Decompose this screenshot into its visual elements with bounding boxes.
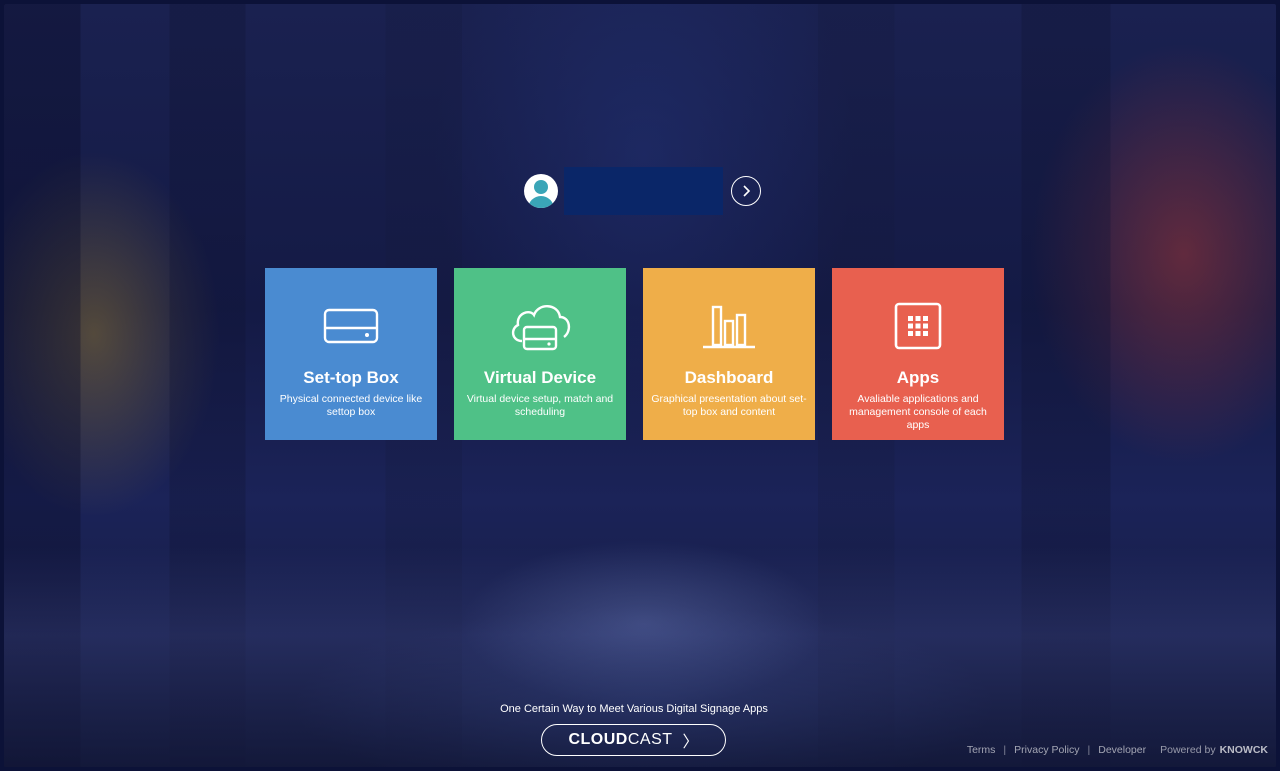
hard-drive-icon bbox=[323, 308, 379, 344]
chevron-right-icon: 〉 bbox=[682, 734, 699, 751]
privacy-policy-link[interactable]: Privacy Policy bbox=[1014, 744, 1079, 756]
tile-description: Graphical presentation about set-top box… bbox=[651, 393, 807, 418]
terms-link[interactable]: Terms bbox=[967, 744, 996, 756]
tile-description: Physical connected device like settop bo… bbox=[279, 393, 423, 418]
feature-tiles: Set-top Box Physical connected device li… bbox=[265, 268, 1004, 440]
tile-set-top-box[interactable]: Set-top Box Physical connected device li… bbox=[265, 268, 437, 440]
tile-description: Virtual device setup, match and scheduli… bbox=[466, 393, 614, 418]
cloudcast-button[interactable]: CLOUD CAST 〉 bbox=[541, 724, 726, 756]
developer-link[interactable]: Developer bbox=[1098, 744, 1146, 756]
grid-apps-icon bbox=[894, 302, 942, 350]
user-avatar-icon bbox=[524, 174, 558, 208]
bar-chart-icon bbox=[703, 305, 755, 349]
powered-by-brand: KNOWCK bbox=[1219, 744, 1268, 756]
username-input[interactable] bbox=[564, 167, 723, 215]
footer-links: Terms | Privacy Policy | Developer Power… bbox=[967, 744, 1268, 756]
tile-title: Dashboard bbox=[684, 368, 774, 387]
divider: | bbox=[1003, 744, 1007, 756]
tile-title: Set-top Box bbox=[303, 368, 399, 387]
login-row bbox=[524, 167, 761, 215]
brand-strong: CLOUD bbox=[568, 731, 628, 748]
divider: | bbox=[1087, 744, 1091, 756]
chevron-right-icon bbox=[743, 185, 751, 197]
tile-title: Apps bbox=[896, 368, 940, 387]
cloud-drive-icon bbox=[511, 305, 571, 351]
login-go-button[interactable] bbox=[731, 176, 761, 206]
brand-light: CAST bbox=[627, 731, 673, 748]
tile-apps[interactable]: Apps Avaliable applications and manageme… bbox=[832, 268, 1004, 440]
powered-by-label: Powered by bbox=[1160, 744, 1216, 756]
tile-dashboard[interactable]: Dashboard Graphical presentation about s… bbox=[643, 268, 815, 440]
tile-title: Virtual Device bbox=[483, 368, 597, 387]
tile-virtual-device[interactable]: Virtual Device Virtual device setup, mat… bbox=[454, 268, 626, 440]
tagline: One Certain Way to Meet Various Digital … bbox=[500, 703, 768, 715]
tile-description: Avaliable applications and management co… bbox=[849, 393, 987, 431]
